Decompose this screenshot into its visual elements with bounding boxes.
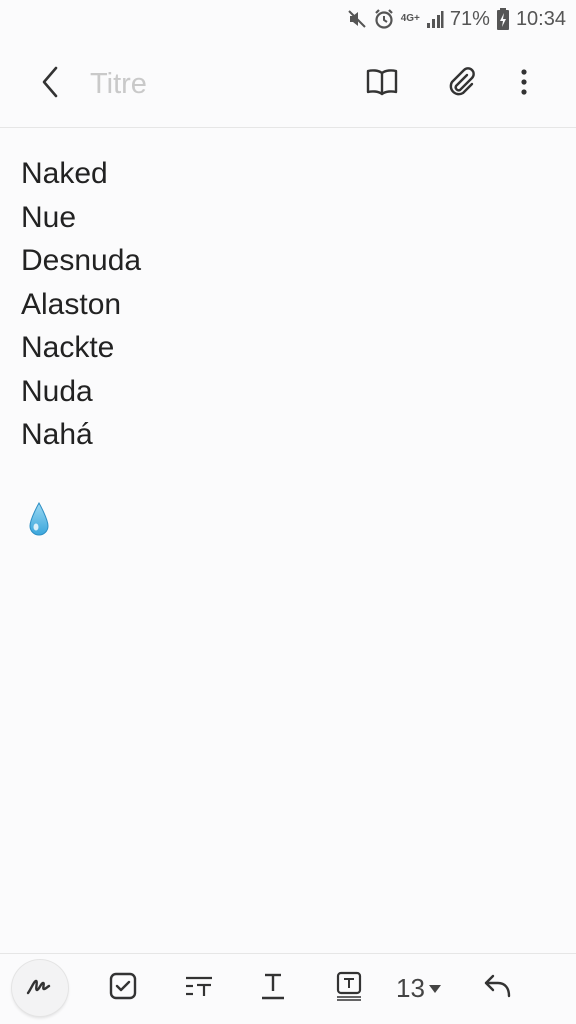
more-icon bbox=[520, 68, 528, 101]
chevron-down-icon bbox=[428, 985, 441, 993]
formatting-toolbar: 13 bbox=[0, 953, 576, 1024]
text-box-icon bbox=[335, 971, 363, 1006]
text-box-button[interactable] bbox=[321, 960, 377, 1016]
status-bar: 4G+ 71% 10:34 bbox=[0, 0, 576, 38]
signal-icon bbox=[426, 10, 444, 28]
pen-icon bbox=[26, 976, 54, 1001]
handwriting-button[interactable] bbox=[12, 960, 68, 1016]
mute-icon bbox=[347, 9, 367, 29]
attach-button[interactable] bbox=[442, 64, 482, 104]
note-line: Naked bbox=[21, 157, 108, 190]
back-button[interactable] bbox=[30, 64, 70, 104]
droplet-icon bbox=[28, 501, 50, 538]
undo-button[interactable] bbox=[470, 960, 526, 1016]
text-style-button[interactable] bbox=[171, 960, 227, 1016]
clock-time: 10:34 bbox=[515, 7, 566, 30]
checkbox-icon bbox=[109, 972, 137, 1005]
text-style-icon bbox=[184, 974, 214, 1003]
more-options-button[interactable] bbox=[504, 64, 544, 104]
attachment-icon bbox=[445, 65, 479, 104]
network-type-label: 4G+ bbox=[400, 13, 420, 24]
book-icon bbox=[365, 67, 399, 102]
battery-charging-icon bbox=[496, 8, 510, 30]
undo-icon bbox=[483, 973, 513, 1004]
note-line: Nue bbox=[21, 200, 77, 234]
note-line: Nahá bbox=[21, 418, 93, 451]
note-body[interactable]: Naked Nue Desnuda Alaston Nackte Nuda Na… bbox=[21, 152, 556, 457]
underline-icon bbox=[259, 971, 287, 1006]
checkbox-button[interactable] bbox=[95, 960, 151, 1016]
underline-button[interactable] bbox=[245, 960, 301, 1016]
alarm-icon bbox=[373, 8, 395, 30]
font-size-value: 13 bbox=[396, 972, 425, 1003]
note-header bbox=[0, 38, 576, 128]
note-line: Desnuda bbox=[21, 244, 142, 277]
title-input[interactable] bbox=[90, 66, 310, 102]
back-icon bbox=[40, 66, 60, 103]
battery-percent: 71% bbox=[449, 7, 490, 30]
note-line: Nuda bbox=[21, 374, 93, 408]
reading-mode-button[interactable] bbox=[362, 64, 402, 104]
font-size-dropdown[interactable]: 13 bbox=[396, 960, 441, 1016]
note-line: Nackte bbox=[21, 331, 115, 364]
note-line: Alaston bbox=[21, 287, 122, 321]
